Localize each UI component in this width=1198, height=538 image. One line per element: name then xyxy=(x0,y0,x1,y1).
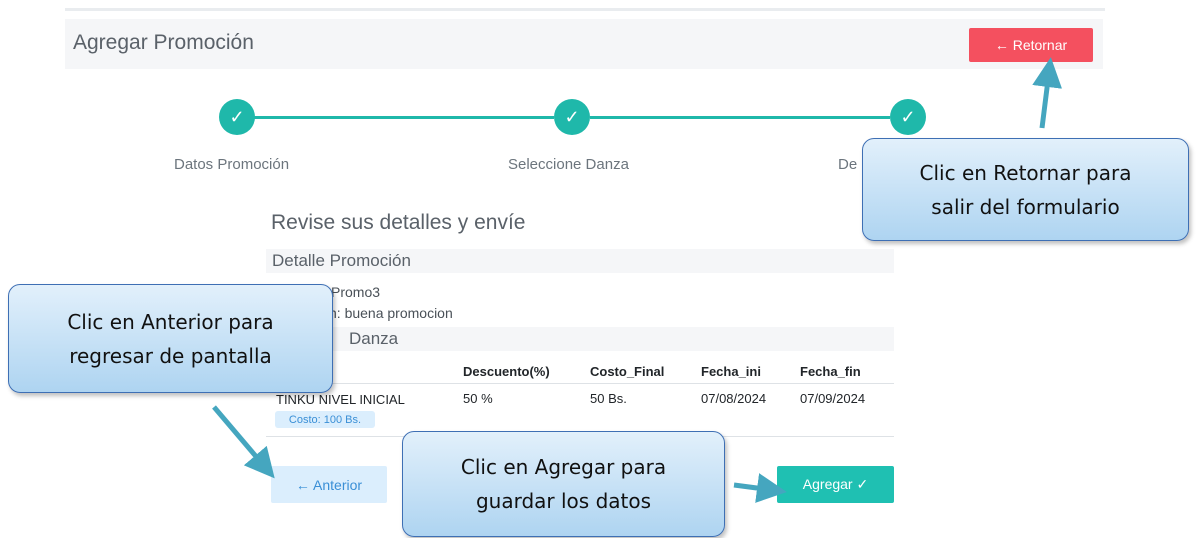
callout-anterior-line-2: regresar de pantalla xyxy=(69,343,272,368)
callout-anterior-line-1: Clic en Anterior para xyxy=(67,309,274,334)
arrow-to-agregar xyxy=(733,473,787,503)
callout-agregar-line-2: guardar los datos xyxy=(475,489,652,513)
callout-retornar-line-2: salir del formulario xyxy=(931,194,1120,219)
callout-agregar: Clic en Agregar para guardar los datos xyxy=(402,431,725,537)
callout-retornar-line-1: Clic en Retornar para xyxy=(919,160,1132,185)
callout-agregar-line-1: Clic en Agregar para xyxy=(460,455,667,479)
callout-anterior: Clic en Anterior para regresar de pantal… xyxy=(8,284,333,393)
arrow-to-anterior xyxy=(212,405,275,479)
arrow-to-retornar xyxy=(1032,57,1063,129)
callout-retornar: Clic en Retornar para salir del formular… xyxy=(862,138,1189,241)
